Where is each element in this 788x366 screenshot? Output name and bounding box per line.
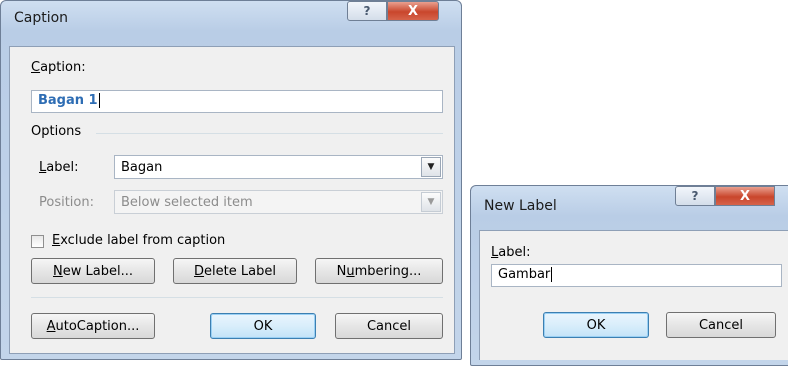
caption-dialog-title: Caption xyxy=(14,10,69,26)
chevron-down-icon[interactable]: ▼ xyxy=(421,157,441,177)
close-icon[interactable]: X xyxy=(387,1,439,21)
numbering-accesskey: u xyxy=(346,263,355,279)
options-heading: Options xyxy=(31,124,82,139)
exclude-label-text[interactable]: Exclude label from caption xyxy=(52,233,225,248)
position-select[interactable]: Below selected item ▼ xyxy=(114,190,443,214)
numbering-text-pre: N xyxy=(336,263,347,279)
new-label-cancel-label: Cancel xyxy=(698,317,744,333)
text-caret xyxy=(551,267,553,282)
help-icon[interactable]: ? xyxy=(347,1,387,21)
new-label-button[interactable]: New Label... xyxy=(31,258,155,284)
numbering-button[interactable]: Numbering... xyxy=(315,258,443,284)
new-label-text: ew Label... xyxy=(62,263,133,279)
new-label-ok-button[interactable]: OK xyxy=(543,312,649,338)
new-label-dialog-title: New Label xyxy=(484,198,557,214)
new-label-input-value: Gambar xyxy=(498,267,551,282)
buttons-divider xyxy=(31,297,443,298)
help-icon[interactable]: ? xyxy=(675,186,715,206)
text-caret xyxy=(98,93,100,108)
caption-dialog: Caption ? X Caption: Bagan 1 Options Lab… xyxy=(0,0,462,360)
label-field-label: Label: xyxy=(39,160,78,175)
delete-label-text: elete Label xyxy=(204,263,276,279)
caption-label-text: aption: xyxy=(40,60,86,75)
new-label-label-text: abel: xyxy=(498,245,531,260)
label-label-text: abel: xyxy=(46,160,79,175)
caption-accesskey: C xyxy=(31,60,41,75)
ok-button[interactable]: OK xyxy=(210,313,316,339)
numbering-text-rest: mbering... xyxy=(354,263,422,279)
autocaption-accesskey: A xyxy=(46,318,56,334)
delete-label-button[interactable]: Delete Label xyxy=(173,258,297,284)
new-label-dialog: New Label ? X Label: Gambar OK Cancel xyxy=(470,185,788,366)
caption-input-value: Bagan 1 xyxy=(38,93,98,108)
delete-label-accesskey: D xyxy=(194,263,205,279)
options-divider xyxy=(96,133,443,134)
cancel-button-label: Cancel xyxy=(366,318,412,334)
new-label-input[interactable]: Gambar xyxy=(491,264,782,287)
position-select-value: Below selected item xyxy=(121,195,253,210)
new-label-field-label: Label: xyxy=(491,245,530,260)
caption-input[interactable]: Bagan 1 xyxy=(31,90,443,113)
autocaption-text: utoCaption... xyxy=(55,318,140,334)
caption-dialog-body: Caption: Bagan 1 Options Label: Bagan ▼ … xyxy=(9,46,455,354)
caption-field-label: Caption: xyxy=(31,60,86,75)
label-select-value: Bagan xyxy=(121,160,163,175)
autocaption-button[interactable]: AutoCaption... xyxy=(31,313,155,339)
help-glyph: ? xyxy=(691,189,699,203)
exclude-accesskey: E xyxy=(52,233,61,248)
cancel-button[interactable]: Cancel xyxy=(335,313,443,339)
new-label-ok-label: OK xyxy=(586,317,606,333)
chevron-down-icon[interactable]: ▼ xyxy=(421,192,441,212)
caption-title-bar[interactable]: Caption ? X xyxy=(0,0,462,34)
close-glyph: X xyxy=(739,188,751,204)
ok-button-label: OK xyxy=(253,318,273,334)
close-glyph: X xyxy=(407,3,419,19)
new-label-accesskey: N xyxy=(53,263,63,279)
new-label-title-bar[interactable]: New Label ? X xyxy=(470,185,788,219)
label-select[interactable]: Bagan ▼ xyxy=(114,155,443,179)
close-icon[interactable]: X xyxy=(715,186,775,206)
new-label-cancel-button[interactable]: Cancel xyxy=(666,312,776,338)
exclude-text: xclude label from caption xyxy=(60,233,226,248)
help-glyph: ? xyxy=(363,4,371,18)
exclude-label-checkbox[interactable] xyxy=(31,235,44,248)
new-label-dialog-body: Label: Gambar OK Cancel xyxy=(479,230,788,360)
position-field-label: Position: xyxy=(39,195,94,210)
